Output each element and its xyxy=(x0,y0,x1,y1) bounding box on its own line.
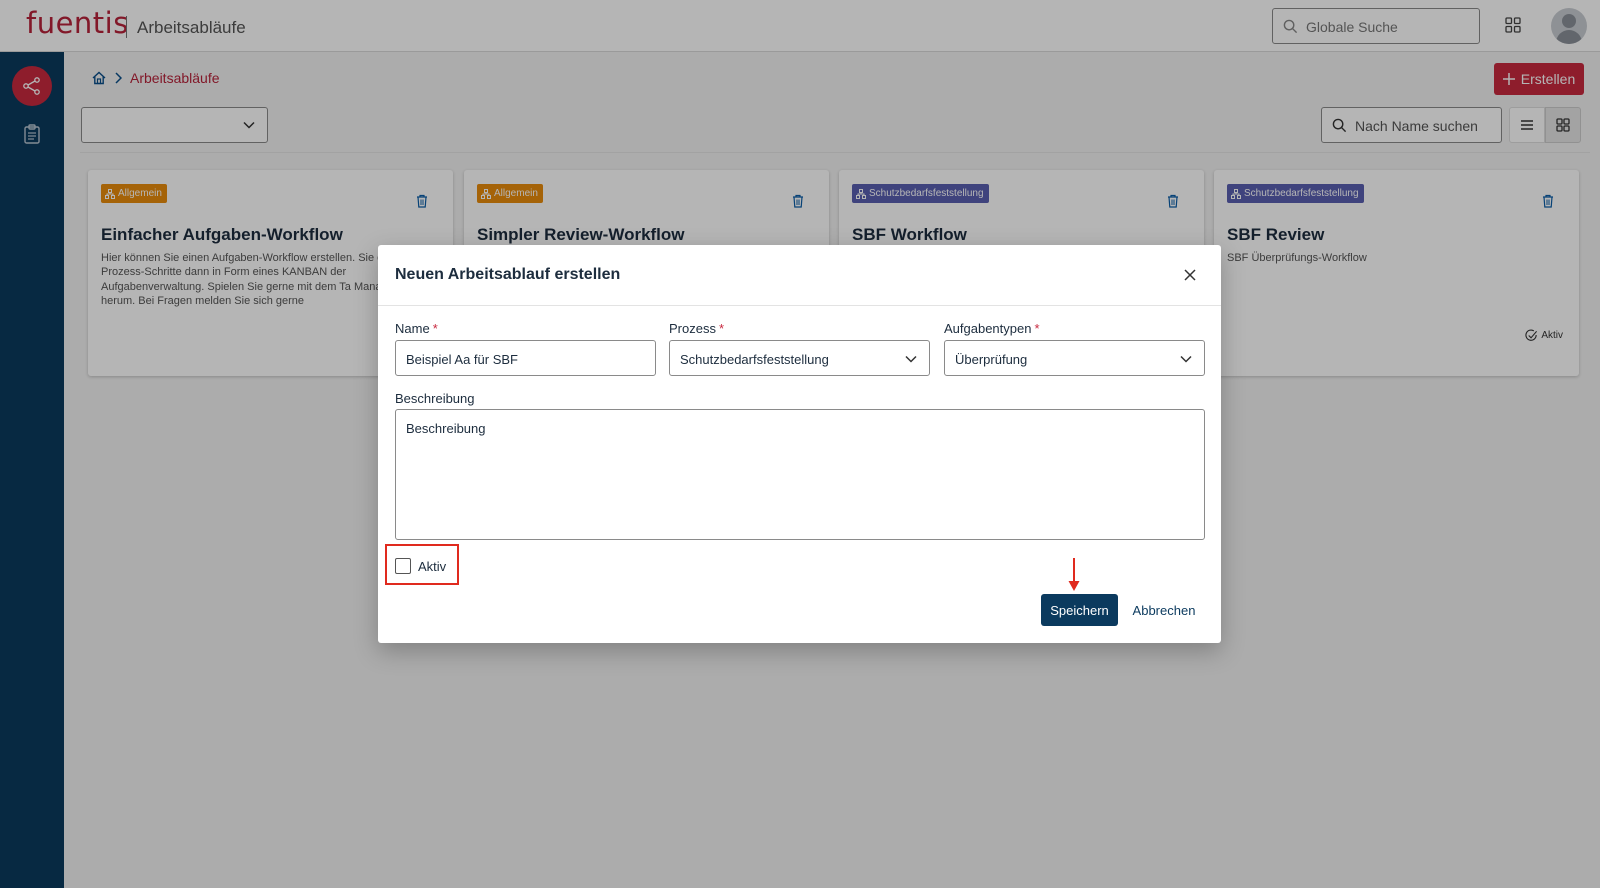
prozess-label-text: Prozess xyxy=(669,321,716,336)
name-label-text: Name xyxy=(395,321,430,336)
close-icon[interactable] xyxy=(1183,268,1197,282)
dialog-title: Neuen Arbeitsablauf erstellen xyxy=(395,266,621,283)
prozess-select[interactable]: Schutzbedarfsfeststellung xyxy=(669,340,930,376)
dialog-divider xyxy=(378,305,1221,306)
name-label: Name * xyxy=(395,321,438,336)
chevron-down-icon xyxy=(905,355,917,363)
cancel-button[interactable]: Abbrechen xyxy=(1126,594,1202,626)
aktiv-checkbox[interactable] xyxy=(395,558,411,574)
aktiv-label[interactable]: Aktiv xyxy=(418,559,446,574)
aufgabentypen-label-text: Aufgabentypen xyxy=(944,321,1032,336)
required-marker: * xyxy=(718,321,725,336)
aufgabentypen-select-value: Überprüfung xyxy=(955,352,1028,367)
beschreibung-textarea[interactable]: Beschreibung xyxy=(395,409,1205,540)
save-button[interactable]: Speichern xyxy=(1041,594,1118,626)
arrow-down-icon xyxy=(1068,558,1080,591)
create-workflow-dialog: Neuen Arbeitsablauf erstellen Name * Beis… xyxy=(378,245,1221,643)
aufgabentypen-label: Aufgabentypen * xyxy=(944,321,1040,336)
beschreibung-value: Beschreibung xyxy=(406,421,486,436)
beschreibung-label: Beschreibung xyxy=(395,391,475,406)
required-marker: * xyxy=(432,321,438,336)
chevron-down-icon xyxy=(1180,355,1192,363)
name-input-value: Beispiel Aa für SBF xyxy=(406,352,518,367)
prozess-label: Prozess * xyxy=(669,321,724,336)
required-marker: * xyxy=(1034,321,1040,336)
prozess-select-value: Schutzbedarfsfeststellung xyxy=(680,352,829,367)
aufgabentypen-select[interactable]: Überprüfung xyxy=(944,340,1205,376)
name-input[interactable]: Beispiel Aa für SBF xyxy=(395,340,656,376)
